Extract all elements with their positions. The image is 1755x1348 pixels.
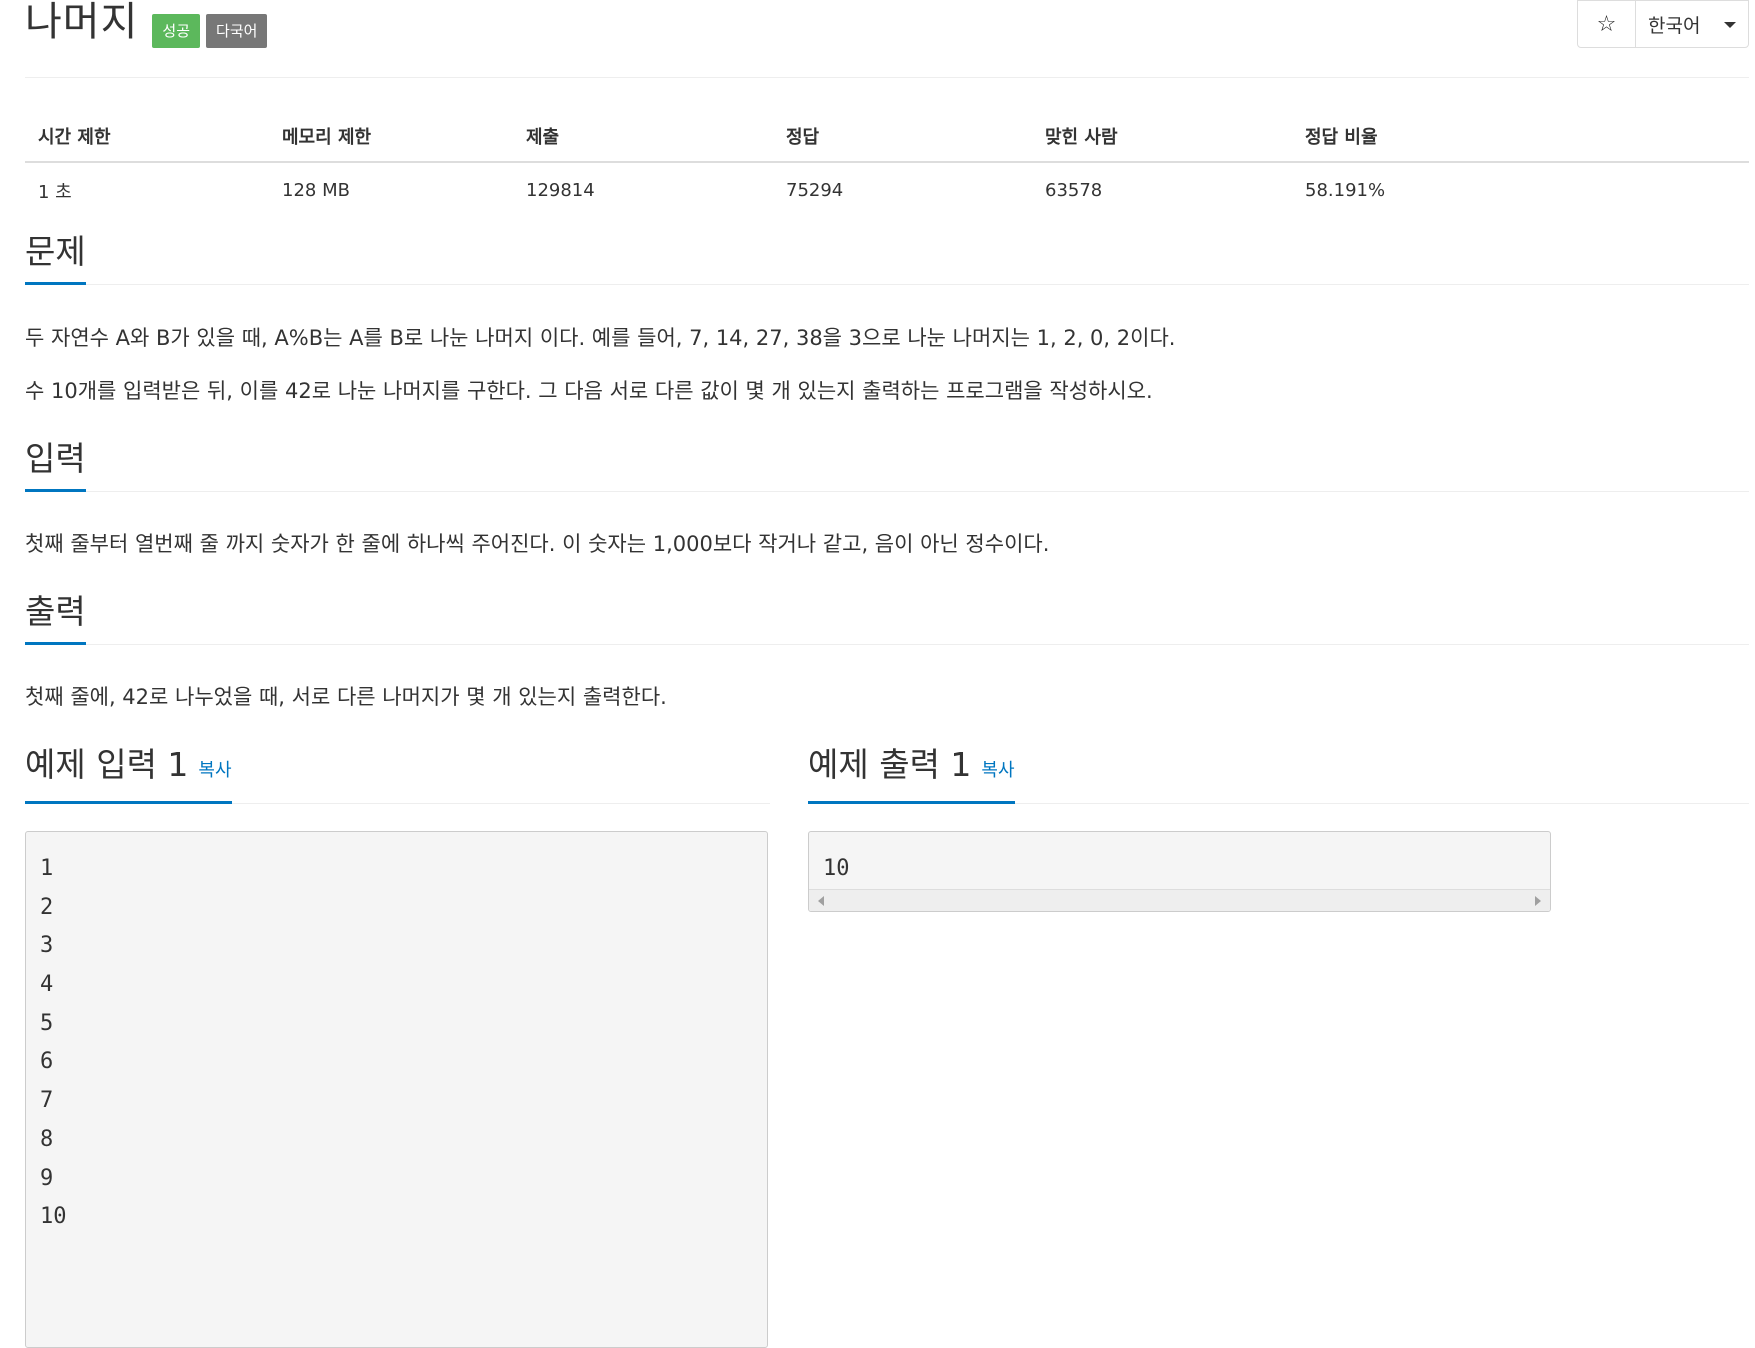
sample-input-line: 9 xyxy=(40,1165,54,1191)
solvers-value: 63578 xyxy=(1045,180,1103,201)
header-time-limit: 시간 제한 xyxy=(25,110,269,163)
header-memory-limit: 메모리 제한 xyxy=(269,110,513,163)
problem-description-2: 수 10개를 입력받은 뒤, 이를 42로 나눈 나머지를 구한다. 그 다음 … xyxy=(25,379,1153,403)
memory-limit-value: 128 MB xyxy=(282,180,350,201)
language-dropdown[interactable]: 한국어 xyxy=(1636,1,1748,47)
language-dropdown-label: 한국어 xyxy=(1648,14,1701,37)
sample-output-box[interactable]: 10 xyxy=(808,831,1551,912)
problem-description-1: 두 자연수 A와 B가 있을 때, A%B는 A를 B로 나눈 나머지 이다. … xyxy=(25,326,1176,350)
problem-toolbar: ☆ 한국어 xyxy=(1577,0,1749,48)
input-section-title: 입력 xyxy=(25,439,86,492)
table-header-row: 시간 제한 메모리 제한 제출 정답 맞힌 사람 정답 비율 xyxy=(25,110,1749,163)
table-row: 1 초 128 MB 129814 75294 63578 58.191% xyxy=(25,162,1749,218)
header-accepted: 정답 xyxy=(773,110,1032,163)
title-divider xyxy=(25,77,1749,78)
sample-output-title-text: 예제 출력 1 xyxy=(808,745,972,784)
sample-input-line: 4 xyxy=(40,972,54,998)
header-submissions: 제출 xyxy=(513,110,773,163)
sample-input-title: 예제 입력 1 복사 xyxy=(25,745,232,804)
output-section-title: 출력 xyxy=(25,592,86,645)
submissions-value: 129814 xyxy=(526,180,595,201)
sample-input-line: 10 xyxy=(40,1204,67,1230)
sample-input-line: 6 xyxy=(40,1049,54,1075)
scroll-right-arrow-icon[interactable] xyxy=(1535,896,1541,906)
sample-input-line: 1 xyxy=(40,856,54,881)
favorite-star-button[interactable]: ☆ xyxy=(1578,1,1636,47)
sample-input-line: 5 xyxy=(40,1010,54,1036)
sample-output-title: 예제 출력 1 복사 xyxy=(808,745,1015,804)
status-badge: 성공 xyxy=(152,14,201,48)
sample-output-line: 10 xyxy=(823,856,850,881)
problem-info-table: 시간 제한 메모리 제한 제출 정답 맞힌 사람 정답 비율 1 초 128 M… xyxy=(25,110,1749,218)
input-description: 첫째 줄부터 열번째 줄 까지 숫자가 한 줄에 하나씩 주어진다. 이 숫자는… xyxy=(25,532,1050,556)
sample-input-line: 7 xyxy=(40,1088,54,1114)
sample-input-line: 8 xyxy=(40,1126,54,1152)
sample-input-line: 3 xyxy=(40,933,54,959)
sample-input-line: 2 xyxy=(40,894,54,920)
title-row: 나머지 성공 다국어 xyxy=(25,0,268,56)
accept-ratio-value: 58.191% xyxy=(1305,180,1386,201)
star-icon: ☆ xyxy=(1596,11,1617,37)
header-accept-ratio: 정답 비율 xyxy=(1292,110,1749,163)
sample-input-title-text: 예제 입력 1 xyxy=(25,745,189,784)
sample-output-header: 예제 출력 1 복사 xyxy=(808,745,1749,804)
sample-input-copy-link[interactable]: 복사 xyxy=(198,760,231,781)
scroll-left-arrow-icon[interactable] xyxy=(818,896,824,906)
accepted-value: 75294 xyxy=(786,180,844,201)
input-section-header: 입력 xyxy=(25,439,1749,492)
problem-title: 나머지 xyxy=(25,0,139,45)
language-badge: 다국어 xyxy=(206,14,268,48)
header-solvers: 맞힌 사람 xyxy=(1032,110,1292,163)
output-section-header: 출력 xyxy=(25,592,1749,645)
problem-section-title: 문제 xyxy=(25,232,86,285)
sample-input-box[interactable]: 1 2 3 4 5 6 7 8 9 10 xyxy=(25,831,768,1348)
caret-down-icon xyxy=(1724,22,1736,28)
horizontal-scrollbar[interactable] xyxy=(809,889,1550,911)
sample-input-header: 예제 입력 1 복사 xyxy=(25,745,770,804)
sample-output-copy-link[interactable]: 복사 xyxy=(981,760,1014,781)
time-limit-value: 1 초 xyxy=(38,181,72,203)
output-description: 첫째 줄에, 42로 나누었을 때, 서로 다른 나머지가 몇 개 있는지 출력… xyxy=(25,685,667,709)
problem-section-header: 문제 xyxy=(25,232,1749,285)
